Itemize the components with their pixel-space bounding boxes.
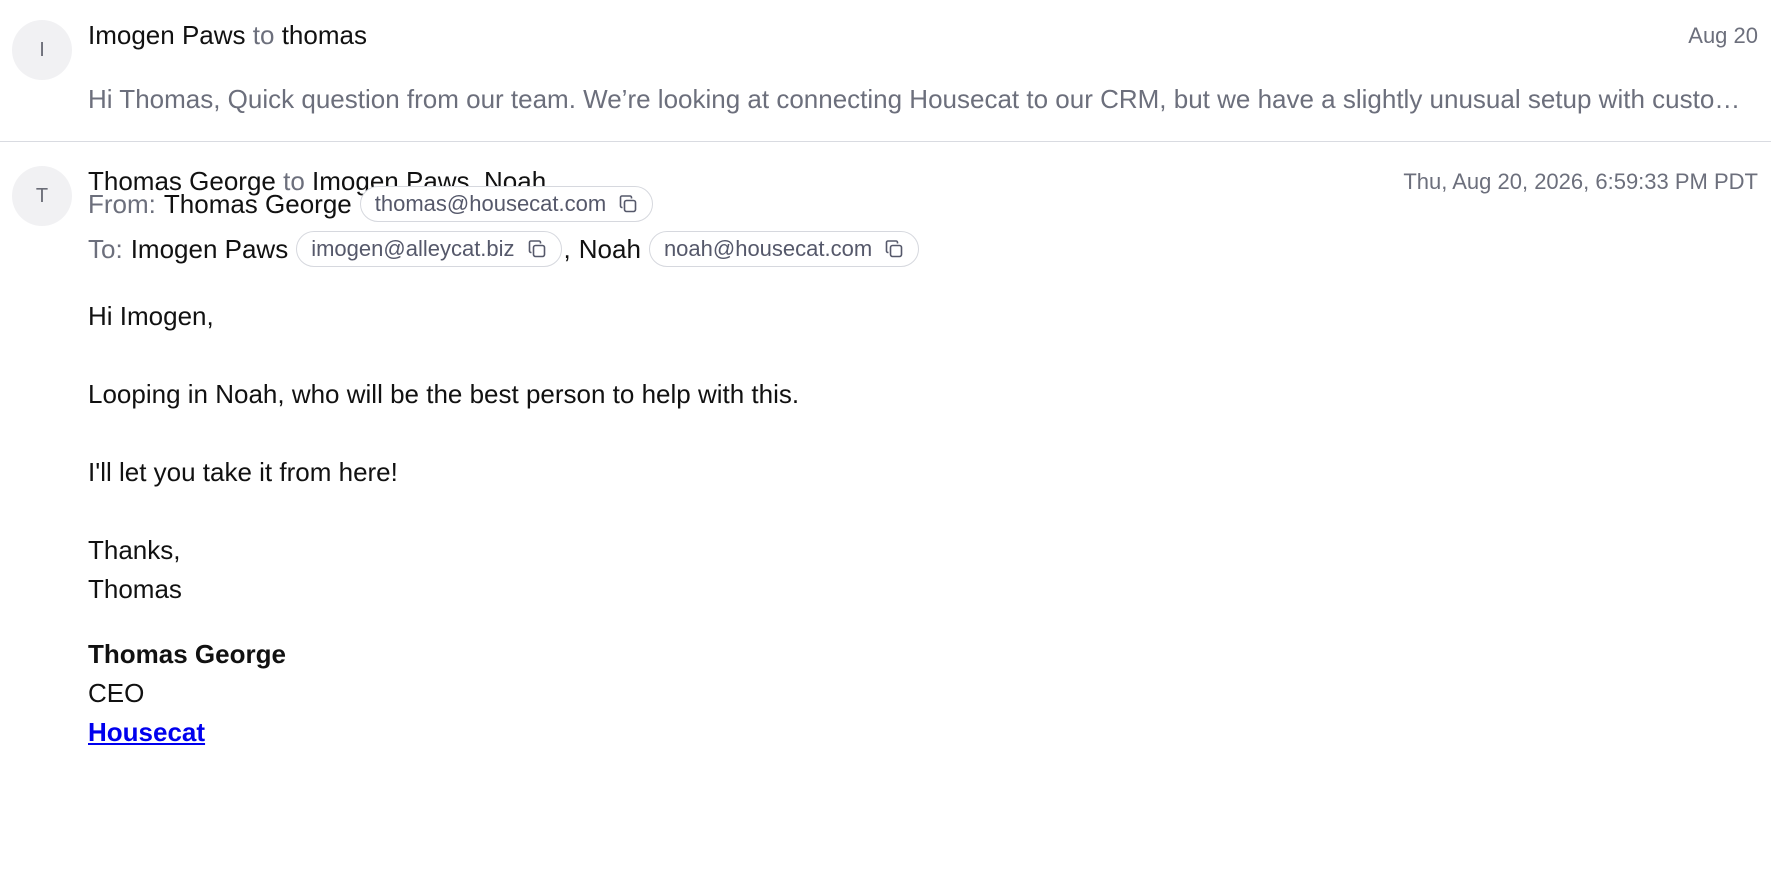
to-line: To: Imogen Paws imogen@alleycat.biz , No… [88, 229, 920, 269]
body-greeting: Hi Imogen, [88, 301, 214, 331]
to-email: noah@housecat.com [663, 236, 873, 261]
copy-icon[interactable] [618, 194, 638, 214]
sender-name: Imogen Paws [88, 20, 246, 50]
message-body: Hi Imogen, Looping in Noah, who will be … [88, 297, 799, 752]
recipients: thomas [281, 20, 367, 50]
to-name: Noah [578, 233, 641, 264]
from-name: Thomas George [163, 188, 352, 219]
avatar: T [12, 166, 72, 226]
message-date: Aug 20 [1688, 23, 1758, 48]
to-email: imogen@alleycat.biz [311, 236, 515, 261]
signature-title: CEO [88, 678, 145, 708]
body-closing-name: Thomas [88, 574, 182, 604]
from-label: From: [88, 188, 156, 219]
message-date: Thu, Aug 20, 2026, 6:59:33 PM PDT [1403, 169, 1758, 194]
avatar: I [12, 20, 72, 80]
to-label: To: [88, 233, 123, 264]
from-email: thomas@housecat.com [374, 191, 607, 216]
body-closing: Thanks, [88, 535, 181, 565]
message-expanded: T Thomas George to Imogen Paws, Noah Thu… [0, 142, 1771, 888]
recipient-separator: , [563, 233, 571, 264]
copy-icon[interactable] [884, 239, 904, 259]
body-line: Looping in Noah, who will be the best pe… [88, 379, 800, 409]
email-thread: I Imogen Paws to thomas Aug 20 Hi Thomas… [0, 0, 1771, 888]
message-snippet: Hi Thomas, Quick question from our team.… [88, 84, 1758, 114]
to-email-chip[interactable]: imogen@alleycat.biz [296, 231, 562, 267]
to-name: Imogen Paws [130, 233, 289, 264]
signature-link[interactable]: Housecat [88, 717, 205, 747]
to-word: to [252, 20, 275, 50]
avatar-initial: I [39, 38, 45, 61]
body-line: I'll let you take it from here! [88, 457, 398, 487]
message-collapsed[interactable]: I Imogen Paws to thomas Aug 20 Hi Thomas… [0, 0, 1771, 142]
from-line: From: Thomas George thomas@housecat.com [88, 184, 654, 224]
message-header: Imogen Paws to thomas [88, 20, 367, 51]
from-email-chip[interactable]: thomas@housecat.com [359, 186, 654, 222]
avatar-initial: T [35, 184, 49, 207]
to-email-chip[interactable]: noah@housecat.com [648, 231, 920, 267]
signature-name: Thomas George [88, 639, 286, 669]
copy-icon[interactable] [527, 239, 547, 259]
